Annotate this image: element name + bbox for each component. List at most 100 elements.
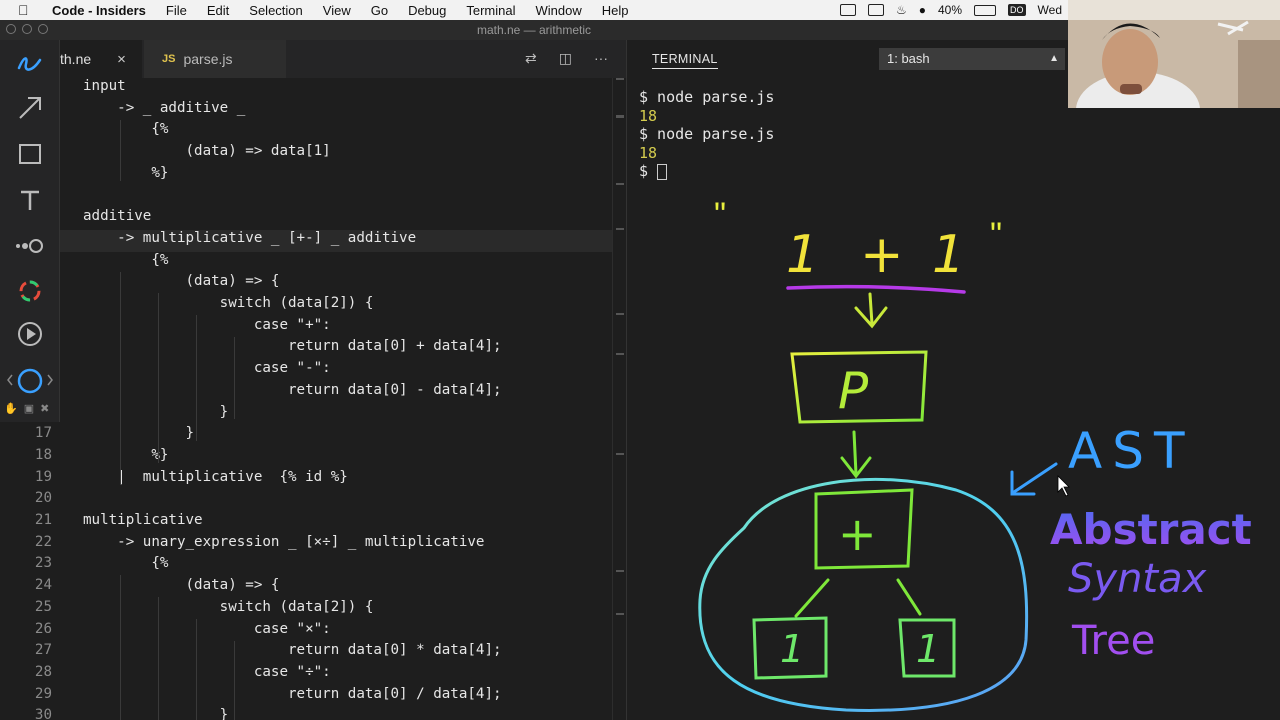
app-badge[interactable]: DO [1008,4,1026,16]
code-line[interactable]: 30 } [0,707,612,720]
arrow-tool-icon[interactable] [14,92,46,124]
code-line[interactable]: } [0,404,612,426]
hand-icon[interactable]: ✋ [4,402,18,415]
color-picker-icon[interactable] [14,275,46,307]
code-line[interactable]: case "-": [0,360,612,382]
code-line[interactable] [0,187,612,209]
menu-selection[interactable]: Selection [249,3,302,18]
code-text: } [83,707,229,720]
terminal-output[interactable]: $ node parse.js 18 $ node parse.js 18 $ [639,88,774,181]
indent-guide [158,597,159,720]
code-line[interactable]: 22 -> unary_expression _ [×÷] _ multipli… [0,534,612,556]
window-title: math.ne — arithmetic [476,23,592,37]
close-icon[interactable]: × [117,51,126,68]
indent-guide [120,271,121,485]
webcam-overlay [1068,0,1280,108]
code-line[interactable]: input [0,78,612,100]
rectangle-tool-icon[interactable] [14,138,46,170]
code-line[interactable]: 25 switch (data[2]) { [0,599,612,621]
clear-icon[interactable]: ✖ [40,402,49,415]
wifi-icon[interactable]: ● [919,3,926,17]
terminal-cursor[interactable] [657,163,668,180]
play-icon[interactable] [14,318,46,350]
text-tool-icon[interactable] [14,184,46,216]
screen-record-icon[interactable] [839,4,856,16]
app-menu[interactable]: Code - Insiders [52,3,146,18]
line-number: 21 [34,512,52,528]
drawing-tool-icon[interactable] [867,4,884,16]
code-line[interactable]: %} [0,165,612,187]
code-text: (data) => { [83,273,280,290]
more-actions-icon[interactable]: ··· [594,50,608,67]
split-editor-icon[interactable]: ◫ [559,50,572,67]
tab-math-ne[interactable]: th.ne × [60,40,142,78]
code-line[interactable]: (data) => { [0,273,612,295]
code-line[interactable]: return data[0] - data[4]; [0,382,612,404]
menu-terminal[interactable]: Terminal [466,3,515,18]
code-text: %} [83,164,169,181]
code-line[interactable]: 27 return data[0] * data[4]; [0,642,612,664]
code-line[interactable]: 24 (data) => { [0,577,612,599]
tab-label: parse.js [183,51,233,67]
stroke-width-icon[interactable] [14,230,46,262]
code-line[interactable]: {% [0,252,612,274]
code-area[interactable]: input -> _ additive _ {% (data) => data[… [0,78,612,720]
window-close-icon[interactable] [6,24,16,34]
code-text: (data) => { [83,577,280,594]
terminal-tab[interactable]: TERMINAL [652,52,718,69]
terminal-command-line: $ node parse.js [639,125,774,144]
code-line[interactable]: (data) => data[1] [0,143,612,165]
code-line[interactable]: case "+": [0,317,612,339]
flame-icon[interactable]: ♨ [896,3,907,17]
code-text: return data[0] * data[4]; [83,642,502,659]
code-line[interactable]: 21 multiplicative [0,512,612,534]
pen-tool-icon[interactable] [14,48,46,80]
line-number: 22 [34,533,52,550]
menu-go[interactable]: Go [371,3,388,18]
code-line[interactable]: -> multiplicative _ [+-] _ additive [0,229,612,252]
code-line[interactable]: switch (data[2]) { [0,295,612,317]
menu-help[interactable]: Help [602,3,629,18]
compare-changes-icon[interactable]: ⇄ [525,50,537,67]
code-line[interactable]: 29 return data[0] / data[4]; [0,686,612,708]
code-line[interactable]: {% [0,121,612,143]
crop-icon[interactable]: ▣ [24,402,34,415]
select-arrows-icon: ▲ [1049,53,1059,64]
expression-underline [786,284,966,294]
code-line[interactable]: additive [0,208,612,230]
code-line[interactable]: 28 case "÷": [0,664,612,686]
menu-view[interactable]: View [323,3,351,18]
drawing-tool-palette: ✋ ▣ ✖ [0,40,60,422]
tab-parse-js[interactable]: JS parse.js [144,40,286,78]
menu-debug[interactable]: Debug [408,3,446,18]
expr-lhs: 1 [786,225,819,285]
battery-percent[interactable]: 40% [938,3,962,17]
window-menu-icon[interactable] [38,24,48,34]
battery-icon[interactable] [974,4,997,16]
code-line[interactable]: 26 case "×": [0,621,612,643]
editor-scrollbar[interactable] [612,78,626,720]
code-line[interactable]: 18 %} [0,447,612,469]
code-line[interactable]: 23 {% [0,555,612,577]
code-line[interactable]: 19 | multiplicative {% id %} [0,469,612,491]
menu-file[interactable]: File [166,3,187,18]
ast-expansion-line-2: Syntax [1068,556,1207,602]
code-line[interactable]: 17 } [0,425,612,447]
window-tools-icon[interactable] [22,24,32,34]
terminal-output-line: 18 [639,144,774,163]
code-line[interactable]: -> _ additive _ [0,100,612,122]
code-text: multiplicative [83,512,203,528]
menu-edit[interactable]: Edit [207,3,229,18]
line-number: 28 [34,663,52,680]
line-number: 18 [34,446,52,463]
apple-icon[interactable]:  [18,2,38,18]
terminal-selector[interactable]: 1: bash ▲ [879,48,1065,70]
terminal-header: TERMINAL 1: bash ▲ [627,40,1069,78]
timer-icon[interactable] [6,364,54,396]
terminal-command-line: $ node parse.js [639,88,774,107]
clock-day[interactable]: Wed [1038,3,1062,17]
code-line[interactable]: return data[0] + data[4]; [0,338,612,360]
code-line[interactable]: 20 [0,490,612,512]
menu-window[interactable]: Window [536,3,582,18]
indent-guide [120,575,121,720]
